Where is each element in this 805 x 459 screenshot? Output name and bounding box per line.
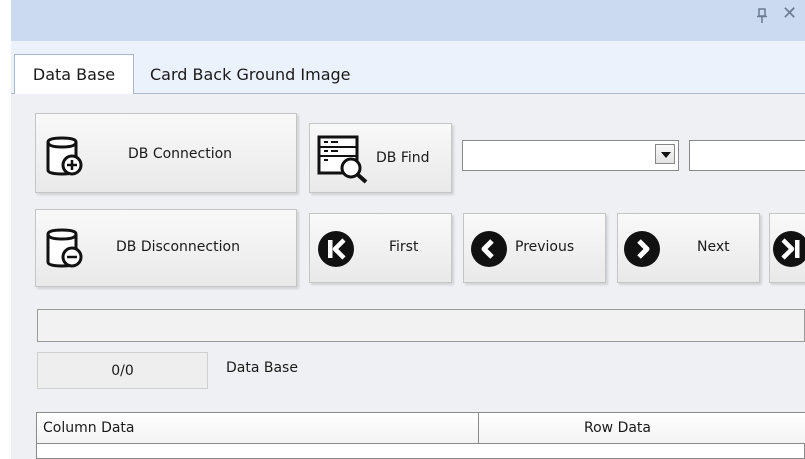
tab-data-base[interactable]: Data Base <box>14 54 134 94</box>
db-disconnection-button[interactable]: DB Disconnection <box>35 209 297 287</box>
first-label: First <box>389 239 419 255</box>
pin-icon[interactable] <box>756 8 768 24</box>
db-find-label: DB Find <box>376 150 430 166</box>
column-header-row-data[interactable]: Row Data <box>479 413 805 444</box>
next-label: Next <box>697 239 730 255</box>
next-button[interactable]: Next <box>617 213 760 283</box>
chevron-down-icon[interactable] <box>655 144 675 164</box>
tab-card-back-ground-image[interactable]: Card Back Ground Image <box>138 54 363 94</box>
db-connection-label: DB Connection <box>128 146 233 162</box>
next-icon <box>624 231 660 267</box>
db-disconnection-label: DB Disconnection <box>116 239 240 255</box>
previous-label: Previous <box>515 239 575 255</box>
source-label: Data Base <box>226 360 298 376</box>
database-remove-icon <box>46 228 83 268</box>
data-grid[interactable]: Column Data Row Data <box>36 412 805 459</box>
database-add-icon <box>46 136 83 176</box>
close-icon[interactable]: ✕ <box>782 4 797 24</box>
column-header-column-data[interactable]: Column Data <box>37 413 479 444</box>
find-value-field[interactable] <box>689 140 805 171</box>
panel-titlebar <box>11 0 805 41</box>
first-icon <box>318 231 354 267</box>
previous-icon <box>471 231 507 267</box>
last-icon <box>773 231 805 267</box>
find-field-combo[interactable] <box>462 140 679 171</box>
record-counter: 0/0 <box>37 352 208 389</box>
database-search-icon <box>317 135 368 184</box>
first-button[interactable]: First <box>309 213 452 283</box>
previous-button[interactable]: Previous <box>463 213 606 283</box>
db-find-button[interactable]: DB Find <box>309 123 452 193</box>
last-button[interactable] <box>769 213 805 283</box>
db-connection-button[interactable]: DB Connection <box>35 113 297 193</box>
progress-bar <box>37 309 805 342</box>
